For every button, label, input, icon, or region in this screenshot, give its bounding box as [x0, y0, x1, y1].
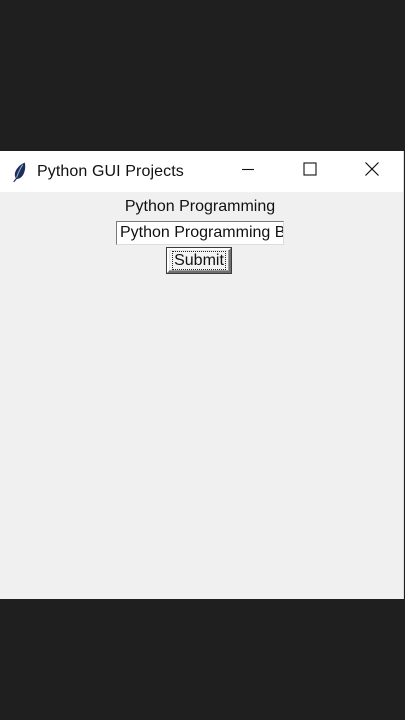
maximize-button[interactable] — [279, 151, 341, 192]
screen: Python GUI Projects Python Programming P… — [0, 0, 405, 720]
programming-label: Python Programming — [124, 198, 276, 215]
project-entry[interactable] — [116, 221, 284, 245]
minimize-button[interactable] — [217, 151, 279, 192]
title-bar[interactable]: Python GUI Projects — [0, 151, 403, 192]
app-window: Python GUI Projects Python Programming P… — [0, 151, 404, 599]
minimize-icon — [241, 162, 255, 181]
window-title: Python GUI Projects — [37, 162, 184, 180]
close-icon — [364, 161, 380, 182]
window-controls — [217, 151, 403, 192]
submit-button[interactable]: Submit — [167, 248, 231, 273]
submit-button-label: Submit — [172, 251, 226, 270]
close-button[interactable] — [341, 151, 403, 192]
window-client-area: Python Programming Submit — [0, 192, 403, 599]
maximize-icon — [303, 162, 317, 181]
feather-icon — [10, 161, 28, 183]
